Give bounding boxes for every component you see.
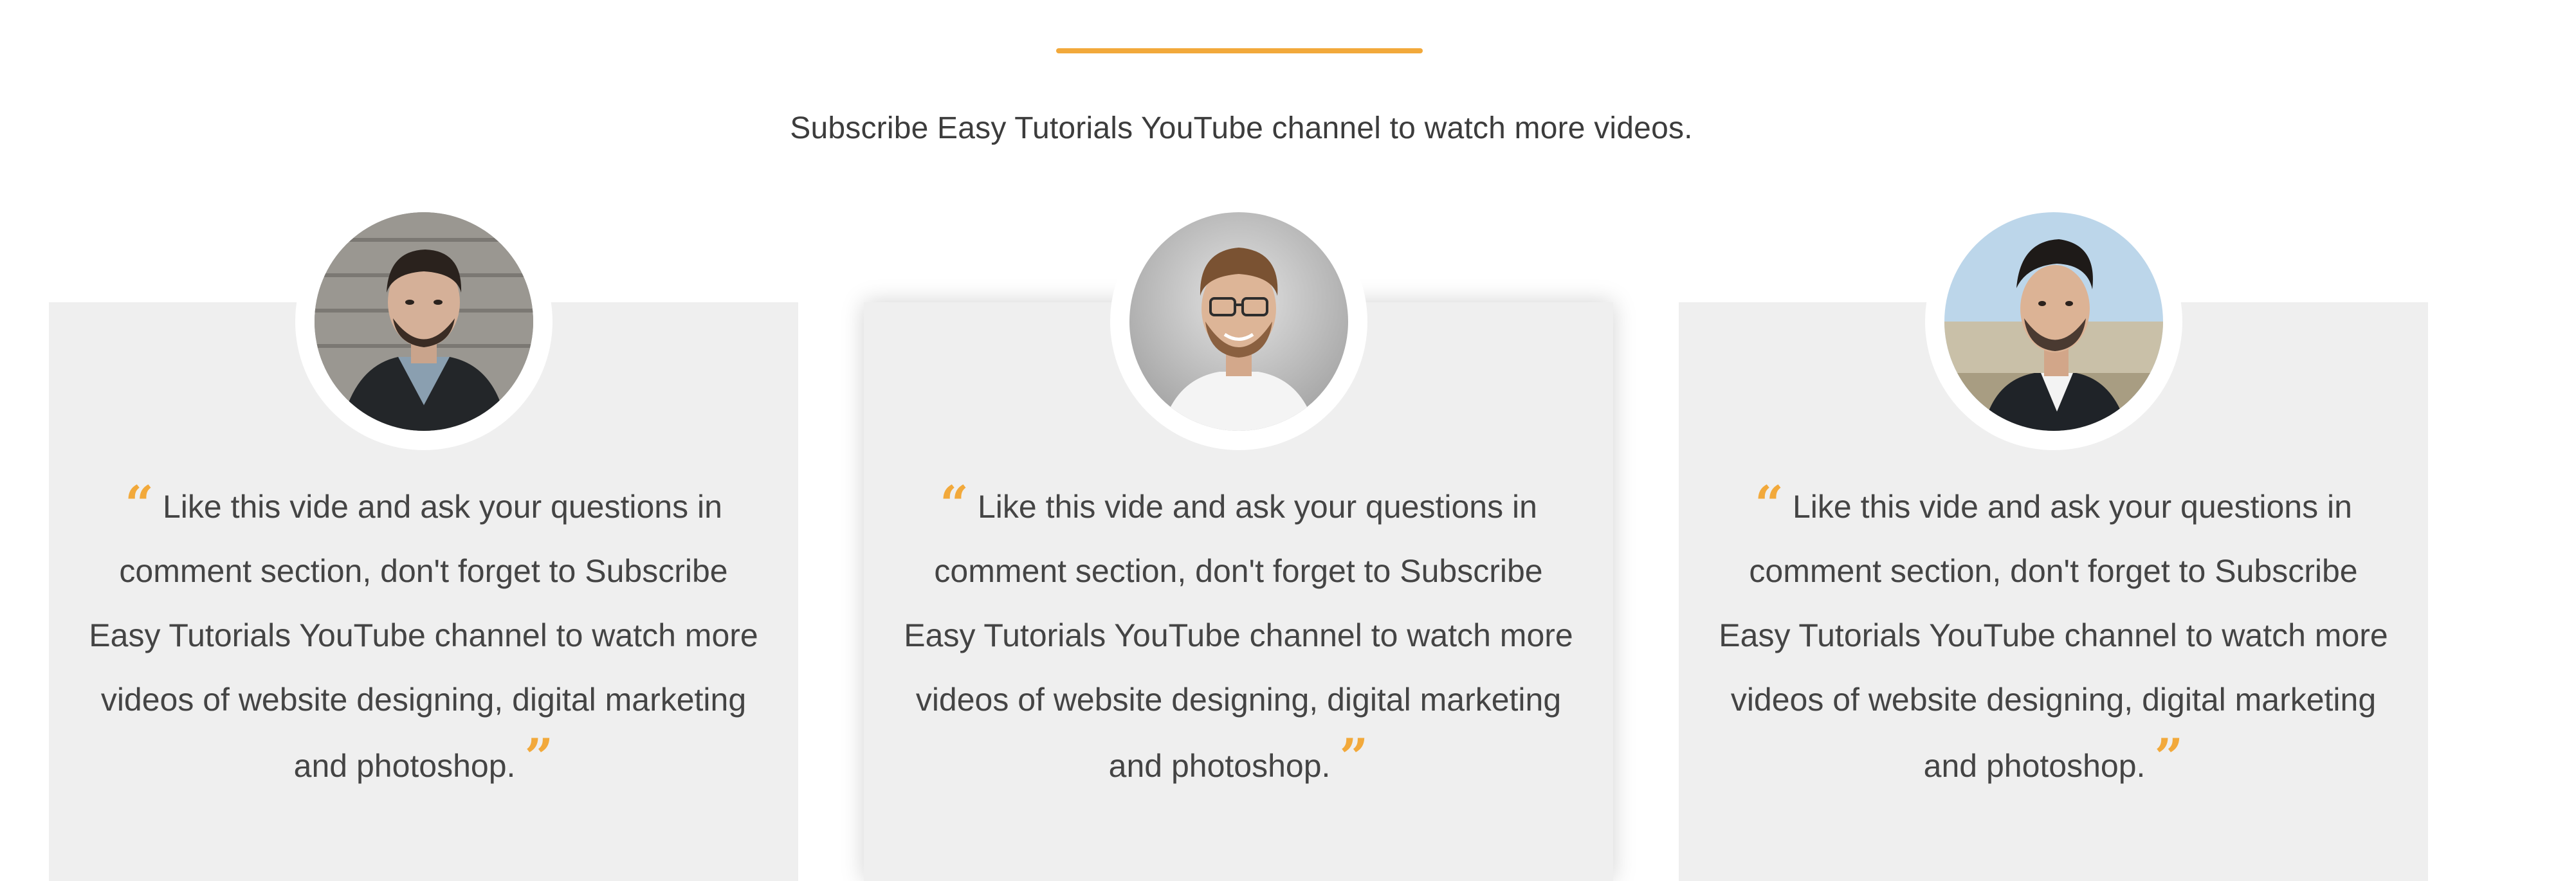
person-2-image [1129, 212, 1348, 431]
quote-line: comment section, don't forget to Subscri… [119, 553, 728, 589]
avatar-2 [1110, 193, 1367, 450]
person-3-image [1944, 212, 2163, 431]
quote-line: Easy Tutorials YouTube channel to watch … [89, 617, 758, 653]
title-underline [1056, 48, 1423, 53]
avatar-photo-2 [1129, 212, 1348, 431]
quote-line: Easy Tutorials YouTube channel to watch … [1719, 617, 2388, 653]
section-subtitle: Subscribe Easy Tutorials YouTube channel… [790, 111, 1693, 145]
quote-line: videos of website designing, digital mar… [915, 682, 1562, 718]
avatar-1 [295, 193, 553, 450]
person-1-image [315, 212, 533, 431]
close-quote-icon: ” [524, 728, 554, 786]
open-quote-icon: “ [940, 475, 969, 534]
quote-line: Easy Tutorials YouTube channel to watch … [904, 617, 1573, 653]
testimonial-text-2: “Like this vide and ask your questions i… [864, 473, 1613, 798]
close-quote-icon: ” [2154, 728, 2184, 786]
quote-line: comment section, don't forget to Subscri… [1749, 553, 2358, 589]
quote-line: Like this vide and ask your questions in [1792, 489, 2352, 525]
testimonial-text-1: “Like this vide and ask your questions i… [49, 473, 798, 798]
open-quote-icon: “ [125, 475, 154, 534]
close-quote-icon: ” [1339, 728, 1369, 786]
quote-line: and photoshop. [1108, 748, 1331, 784]
quote-line: videos of website designing, digital mar… [1730, 682, 2377, 718]
avatar-3 [1925, 193, 2182, 450]
quote-line: and photoshop. [293, 748, 516, 784]
testimonial-text-3: “Like this vide and ask your questions i… [1679, 473, 2428, 798]
open-quote-icon: “ [1755, 475, 1784, 534]
avatar-photo-1 [315, 212, 533, 431]
quote-line: comment section, don't forget to Subscri… [934, 553, 1543, 589]
testimonials-section: Subscribe Easy Tutorials YouTube channel… [0, 0, 2576, 881]
quote-line: Like this vide and ask your questions in [162, 489, 722, 525]
quote-line: videos of website designing, digital mar… [100, 682, 747, 718]
quote-line: Like this vide and ask your questions in [977, 489, 1537, 525]
quote-line: and photoshop. [1923, 748, 2146, 784]
avatar-photo-3 [1944, 212, 2163, 431]
